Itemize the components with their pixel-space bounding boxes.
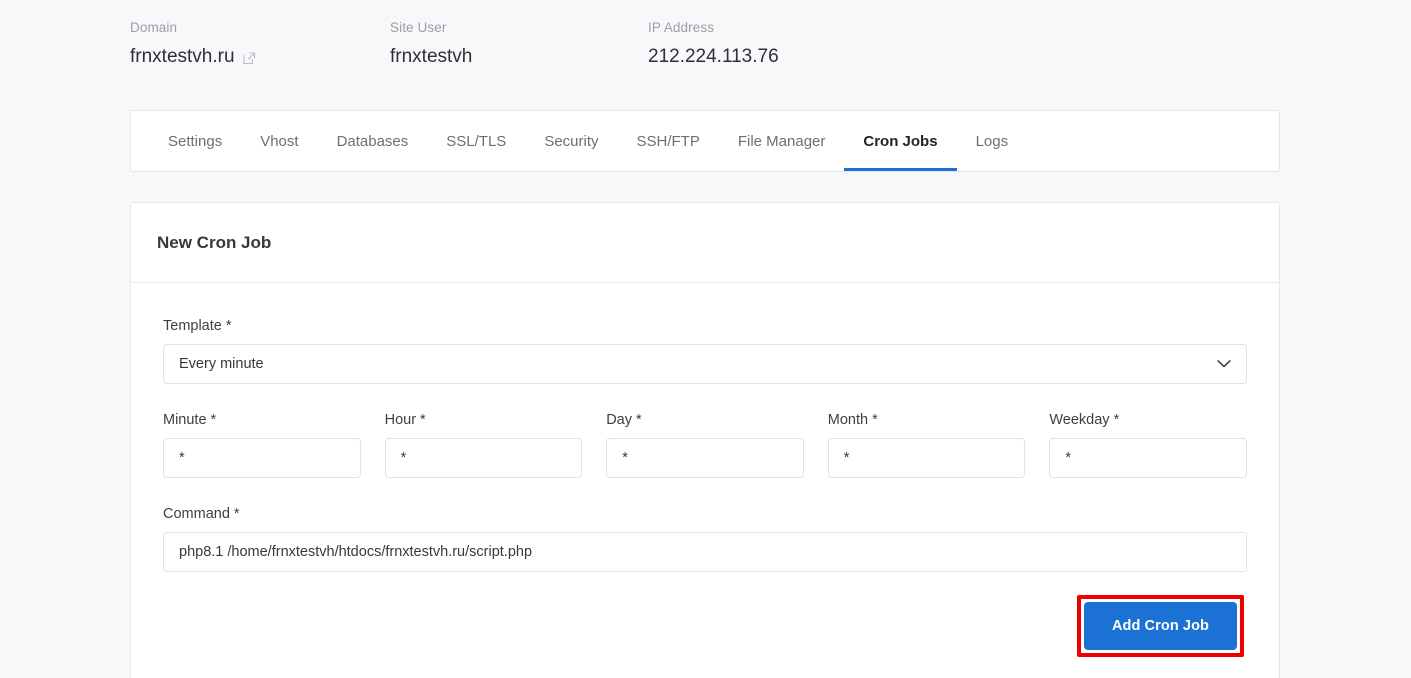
highlight-annotation: Add Cron Job bbox=[1076, 595, 1244, 657]
hour-input[interactable] bbox=[384, 438, 583, 478]
schedule-field-weekday: Weekday * bbox=[1049, 411, 1247, 478]
tab-bar: Settings Vhost Databases SSL/TLS Security SSH… bbox=[130, 110, 1280, 172]
info-column-site-user: Site User frnxtestvh bbox=[390, 20, 648, 69]
command-field-group: Command * bbox=[163, 505, 1247, 572]
cron-jobs-page: Domain frnxtestvh.ru Site User frnxtestv… bbox=[0, 0, 1411, 678]
day-label: Day * bbox=[606, 412, 642, 428]
site-user-label: Site User bbox=[390, 20, 447, 35]
schedule-field-day: Day * bbox=[606, 411, 804, 478]
tab-settings[interactable]: Settings bbox=[149, 111, 241, 171]
schedule-field-minute: Minute * bbox=[163, 411, 361, 478]
schedule-field-hour: Hour * bbox=[384, 411, 583, 478]
minute-label: Minute * bbox=[163, 412, 217, 428]
info-column-domain: Domain frnxtestvh.ru bbox=[130, 20, 390, 69]
tab-file-manager[interactable]: File Manager bbox=[719, 111, 845, 171]
card-body: Template * Every minute Minute * Hour * Da… bbox=[131, 283, 1279, 657]
month-label: Month * bbox=[827, 412, 878, 428]
site-user-value: frnxtestvh bbox=[390, 46, 473, 67]
external-link-icon[interactable] bbox=[242, 51, 256, 65]
template-select-wrap: Every minute bbox=[163, 344, 1247, 384]
minute-input[interactable] bbox=[163, 438, 361, 478]
weekday-input[interactable] bbox=[1049, 438, 1247, 478]
domain-value-row: frnxtestvh.ru bbox=[130, 45, 390, 69]
command-input[interactable] bbox=[163, 532, 1247, 572]
ip-address-label: IP Address bbox=[648, 20, 715, 35]
info-column-ip-address: IP Address 212.224.113.76 bbox=[648, 20, 948, 69]
command-label: Command * bbox=[163, 506, 240, 522]
tab-vhost[interactable]: Vhost bbox=[241, 111, 317, 171]
domain-label: Domain bbox=[130, 20, 178, 35]
weekday-label: Weekday * bbox=[1049, 412, 1120, 428]
tab-cron-jobs[interactable]: Cron Jobs bbox=[844, 111, 957, 171]
site-info-strip: Domain frnxtestvh.ru Site User frnxtestv… bbox=[130, 20, 1280, 69]
template-field-group: Template * Every minute bbox=[163, 317, 1247, 384]
submit-area: Add Cron Job bbox=[163, 572, 1247, 657]
card-header: New Cron Job bbox=[131, 203, 1279, 283]
tab-ssh-ftp[interactable]: SSH/FTP bbox=[618, 111, 719, 171]
tab-ssl-tls[interactable]: SSL/TLS bbox=[427, 111, 525, 171]
tab-databases[interactable]: Databases bbox=[318, 111, 428, 171]
add-cron-job-button[interactable]: Add Cron Job bbox=[1083, 602, 1237, 650]
domain-value: frnxtestvh.ru bbox=[130, 46, 235, 67]
schedule-fields-row: Minute * Hour * Day * Month * Weekday * bbox=[163, 411, 1247, 478]
day-input[interactable] bbox=[606, 438, 804, 478]
template-label: Template * bbox=[163, 318, 232, 334]
template-select[interactable]: Every minute bbox=[163, 344, 1247, 384]
hour-label: Hour * bbox=[384, 412, 426, 428]
month-input[interactable] bbox=[827, 438, 1026, 478]
tab-logs[interactable]: Logs bbox=[957, 111, 1028, 171]
schedule-field-month: Month * bbox=[827, 411, 1026, 478]
new-cron-job-card: New Cron Job Template * Every minute Min… bbox=[130, 202, 1280, 678]
card-title: New Cron Job bbox=[157, 232, 272, 252]
ip-address-value: 212.224.113.76 bbox=[648, 46, 779, 67]
tab-security[interactable]: Security bbox=[525, 111, 617, 171]
